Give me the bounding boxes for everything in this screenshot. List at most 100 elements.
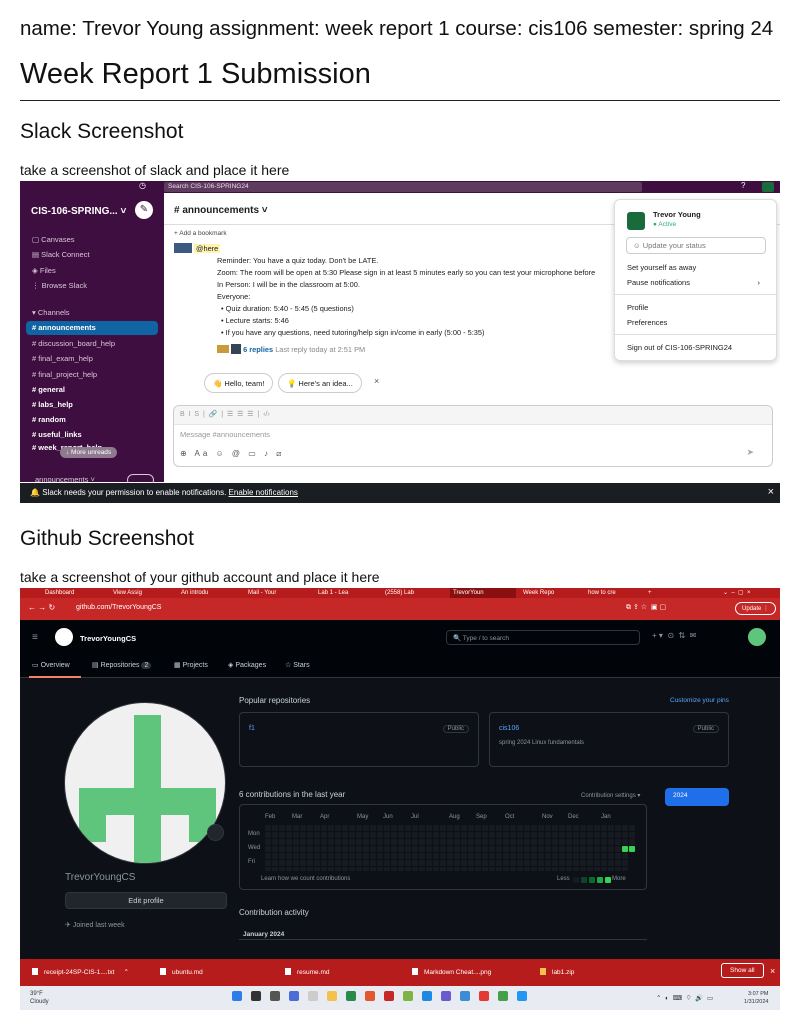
- contribution-cell: [377, 860, 383, 866]
- contribution-cell: [370, 846, 376, 852]
- message-bullet: • Lecture starts: 5:46: [221, 316, 289, 325]
- contribution-cell: [426, 839, 432, 845]
- contribution-cell: [545, 860, 551, 866]
- contribution-cell: [370, 832, 376, 838]
- contribution-cell: [433, 867, 439, 871]
- contribution-cell: [601, 839, 607, 845]
- identicon-block: [79, 788, 216, 815]
- contribution-cell: [321, 839, 327, 845]
- contribution-cell: [363, 860, 369, 866]
- browser-tab: View Assig: [113, 590, 142, 596]
- contribution-cell: [461, 825, 467, 831]
- message-bullet: • Quiz duration: 5:40 - 5:45 (5 question…: [221, 304, 354, 313]
- contribution-cell: [349, 867, 355, 871]
- channel-general: # general: [32, 385, 65, 394]
- contribution-cell: [293, 839, 299, 845]
- profile-avatar: [627, 212, 645, 230]
- contribution-cell: [405, 846, 411, 852]
- contribution-cell: [433, 832, 439, 838]
- contribution-cell: [447, 839, 453, 845]
- address-bar: ← → ↻ github.com/TrevorYoungCS ⧉ ⇪ ☆ ▣ ▢…: [20, 598, 780, 620]
- contribution-cell: [314, 839, 320, 845]
- contribution-cell: [531, 867, 537, 871]
- contribution-cell: [461, 846, 467, 852]
- contribution-cell: [391, 860, 397, 866]
- contribution-cell: [405, 860, 411, 866]
- contribution-cell: [335, 860, 341, 866]
- reply-avatar-icon: [217, 345, 229, 353]
- contribution-cell: [272, 867, 278, 871]
- contribution-cell: [531, 846, 537, 852]
- contribution-cell: [608, 825, 614, 831]
- month-label: Mar: [292, 814, 303, 820]
- contribution-cell: [398, 853, 404, 859]
- contribution-cell: [300, 853, 306, 859]
- contribution-cell: [454, 867, 460, 871]
- contribution-cell: [503, 839, 509, 845]
- contribution-cell: [370, 867, 376, 871]
- contribution-cell: [503, 860, 509, 866]
- channel-discussion: # discussion_board_help: [32, 339, 115, 348]
- github-caption: take a screenshot of your github account…: [20, 569, 380, 585]
- contribution-cell: [503, 846, 509, 852]
- contribution-cell: [384, 853, 390, 859]
- contribution-cell: [265, 832, 271, 838]
- contribution-cell: [615, 860, 621, 866]
- contribution-cell: [510, 825, 516, 831]
- contribution-cell: [342, 825, 348, 831]
- browser-tab: Dashboard: [45, 590, 75, 596]
- weather-widget: 39°F Cloudy: [30, 991, 49, 1005]
- contribution-cell: [482, 825, 488, 831]
- contribution-cell: [265, 860, 271, 866]
- contribution-cell: [468, 825, 474, 831]
- contribution-cell: [594, 846, 600, 852]
- contribution-cell: [398, 846, 404, 852]
- contribution-cell: [321, 825, 327, 831]
- contribution-cell: [566, 867, 572, 871]
- slack-topbar: ◷ Search CIS-106-SPRING24 ?: [20, 181, 780, 193]
- message-line: Reminder: You have a quiz today. Don't b…: [217, 256, 379, 265]
- contribution-cell: [328, 860, 334, 866]
- contribution-cell: [356, 853, 362, 859]
- contribution-cell: [342, 846, 348, 852]
- contribution-cell: [293, 832, 299, 838]
- contribution-cell: [559, 839, 565, 845]
- contribution-cell: [405, 853, 411, 859]
- contribution-cell: [475, 867, 481, 871]
- history-icon: ◷: [139, 181, 146, 190]
- contribution-cell: [307, 839, 313, 845]
- contribution-cell: [615, 853, 621, 859]
- legend-swatch: [605, 877, 611, 883]
- contribution-cell: [349, 825, 355, 831]
- contribution-cell: [552, 832, 558, 838]
- contribution-cell: [447, 867, 453, 871]
- contribution-cell: [398, 832, 404, 838]
- contribution-cell: [468, 853, 474, 859]
- notification-banner: 🔔 Slack needs your permission to enable …: [20, 483, 780, 503]
- chrome-icon: [479, 991, 489, 1001]
- contribution-cell: [580, 832, 586, 838]
- contribution-cell: [286, 867, 292, 871]
- contribution-cell: [286, 846, 292, 852]
- slack-screenshot: ◷ Search CIS-106-SPRING24 ? CIS-106-SPRI…: [20, 181, 780, 503]
- contribution-cell: [517, 860, 523, 866]
- contribution-cell: [307, 867, 313, 871]
- year-button: 2024: [665, 788, 729, 806]
- message-composer: B I S | 🔗 | ☰ ☰ ☰ | ‹/› Message #announc…: [173, 405, 773, 467]
- contribution-cell: [503, 825, 509, 831]
- contribution-cell: [524, 839, 530, 845]
- contribution-cell: [552, 867, 558, 871]
- contribution-cell: [377, 839, 383, 845]
- download-item: ubuntu.md: [160, 968, 203, 976]
- sidebar-slack-connect: ▤ Slack Connect: [32, 250, 90, 259]
- contribution-cell: [307, 832, 313, 838]
- contribution-cell: [454, 825, 460, 831]
- contribution-cell: [587, 832, 593, 838]
- contribution-cell: [468, 860, 474, 866]
- channel-final-project: # final_project_help: [32, 370, 98, 379]
- contribution-cell: [573, 860, 579, 866]
- contribution-cell: [454, 846, 460, 852]
- contribution-cell: [279, 825, 285, 831]
- new-tab-icon: +: [648, 590, 652, 596]
- contribution-cell: [608, 853, 614, 859]
